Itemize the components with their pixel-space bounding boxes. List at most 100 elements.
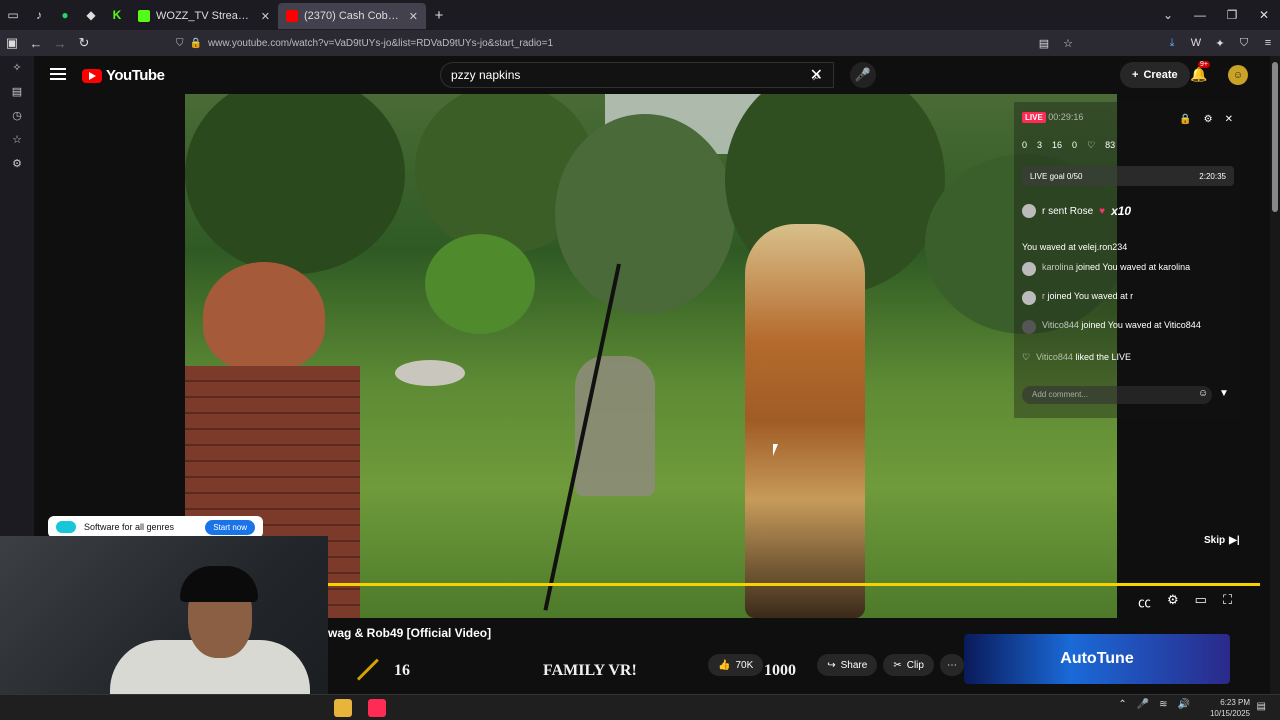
history-icon[interactable]: ◷ [0,104,34,128]
video-progress-bar[interactable] [328,583,1260,586]
search-value: pzzy napkins [451,68,521,82]
new-tab-icon[interactable]: + [426,0,452,30]
settings-icon[interactable]: ⚙ [0,152,34,176]
goal-label: LIVE goal 0/50 [1030,171,1083,181]
restore-icon[interactable]: ❐ [1216,8,1248,22]
tab-youtube-video[interactable]: (2370) Cash Cobain - Trippi ✕ [278,3,426,29]
account-avatar[interactable]: ☺ [1228,65,1248,85]
back-icon[interactable]: ← [24,36,48,51]
ad-banner-text: AutoTune [1060,650,1134,667]
goal-time: 2:20:35 [1199,171,1226,181]
heart-icon: ♡ [1022,352,1031,362]
chat-avatar [1022,291,1036,305]
menu-icon[interactable]: ≡ [1256,37,1280,49]
like-count: 70K [735,659,754,671]
ad-card[interactable]: Software for all genres Start now [48,516,263,538]
live-badge: LIVE [1022,112,1046,123]
video-tree [555,114,735,314]
tab-overflow-icon[interactable]: ⌄ [1152,8,1184,22]
comment-input[interactable]: Add comment... [1022,386,1212,404]
sidebar-toggle-icon[interactable]: ▣ [0,35,24,51]
tab-list-icon[interactable]: ▭ [0,0,26,30]
theater-mode-icon[interactable]: ▭ [1195,592,1207,611]
chat-text: joined You waved at r [1047,291,1134,301]
close-tab-icon[interactable]: ✕ [409,10,418,23]
chat-message: r joined You waved at r [1022,291,1133,305]
address-bar[interactable]: ⛉ 🔒 www.youtube.com/watch?v=VaD9tUYs-jo&… [176,33,1076,53]
page-scrollbar[interactable] [1270,56,1280,700]
clip-button[interactable]: ✂ Clip [883,654,934,676]
chat-avatar [1022,204,1036,218]
hamburger-menu-icon[interactable] [50,68,66,80]
stream-overlay-text: FAMILY VR! [543,662,637,679]
chevron-up-icon[interactable]: ⌃ [1118,699,1126,710]
reload-icon[interactable]: ↻ [72,35,96,51]
extensions-icon[interactable]: ✦ [1208,37,1232,50]
bookmark-star-icon[interactable]: ☆ [1056,37,1080,50]
video-rock [395,360,465,386]
bookmarks-icon[interactable]: ▤ [0,80,34,104]
skip-label: Skip [1204,535,1226,546]
shield-icon[interactable]: ⛉ [176,38,184,49]
whatsapp-pinned-tab-icon[interactable]: ● [52,0,78,30]
youtube-favicon-icon [286,10,298,22]
tab-wozz-stream[interactable]: WOZZ_TV Stream - Watch Live ✕ [130,3,278,29]
video-person-singing [745,224,865,618]
notifications-button[interactable]: 🔔 9+ [1190,61,1210,83]
thumbs-up-icon: 👍 [718,659,731,671]
search-input[interactable]: pzzy napkins ✕ [440,62,834,88]
minimize-icon[interactable]: — [1184,8,1216,22]
forward-icon[interactable]: → [48,36,72,51]
emoji-icon[interactable]: ☺ [1198,388,1208,399]
ad-banner[interactable]: AutoTune [964,634,1230,684]
close-icon[interactable]: ✕ [1225,114,1233,125]
tiktok-app-icon[interactable] [368,699,386,717]
settings-icon[interactable]: ⚙ [1204,114,1213,125]
captions-icon[interactable]: ㏄ [1138,592,1151,611]
voice-search-button[interactable]: 🎤 [850,62,876,88]
ad-cta-button[interactable]: Start now [205,519,255,535]
gift-multiplier: x10 [1111,204,1132,218]
download-icon[interactable]: ⤓ [1160,37,1184,50]
filter-icon[interactable]: ▼ [1219,388,1229,399]
lock-icon: 🔒 [189,37,202,49]
stat-likes: 83 [1105,140,1116,150]
close-tab-icon[interactable]: ✕ [261,10,270,23]
tab-title: WOZZ_TV Stream - Watch Live [156,10,255,22]
window-close-icon[interactable]: ✕ [1248,8,1280,22]
settings-gear-icon[interactable]: ⚙ [1167,592,1179,611]
wifi-icon[interactable]: ≋ [1159,699,1167,710]
browser-tab-bar: ▭ ♪ ● ◆ K WOZZ_TV Stream - Watch Live ✕ … [0,0,1280,30]
tiktok-pinned-tab-icon[interactable]: ♪ [26,0,52,30]
create-label: Create [1143,69,1178,81]
like-button[interactable]: 👍 70K [708,654,764,676]
favorites-icon[interactable]: ☆ [0,128,34,152]
skip-ad-button[interactable]: Skip ▶| [1204,535,1240,546]
youtube-header: YouTube pzzy napkins ✕ ⌕ 🎤 + Create 🔔 9+… [34,56,1270,94]
share-button[interactable]: ↪ Share [817,654,878,676]
ai-chat-icon[interactable]: ✧ [0,56,34,80]
kick-pinned-tab-icon[interactable]: K [104,0,130,30]
lock-icon[interactable]: 🔒 [1179,114,1191,125]
youtube-logo[interactable]: YouTube [82,67,165,84]
notification-center-icon[interactable]: ▤ [1257,701,1266,712]
microphone-icon[interactable]: 🎤 [1137,699,1149,710]
create-button[interactable]: + Create [1120,62,1190,88]
share-icon: ↪ [827,659,836,671]
scrollbar-thumb[interactable] [1272,62,1278,212]
volume-icon[interactable]: 🔊 [1178,699,1190,710]
reader-view-icon[interactable]: ▤ [1032,37,1056,50]
stat-value: 3 [1037,140,1043,150]
windows-taskbar: ⌃ 🎤 ≋ 🔊 6:23 PM 10/15/2025 ▤ [0,694,1280,720]
search-button[interactable]: ⌕ [800,62,834,88]
system-clock[interactable]: 6:23 PM 10/15/2025 [1210,697,1250,719]
shield-extension-icon[interactable]: ⛉ [1232,37,1256,50]
more-actions-button[interactable]: ⋯ [939,654,964,676]
fullscreen-icon[interactable]: ⛶ [1223,592,1232,611]
chat-username: r [1042,291,1045,301]
chat-username: karolina [1042,262,1074,272]
ad-text: Software for all genres [84,522,175,532]
extension-pinned-tab-icon[interactable]: ◆ [78,0,104,30]
extension-w-icon[interactable]: W [1184,37,1208,49]
file-explorer-icon[interactable] [334,699,352,717]
